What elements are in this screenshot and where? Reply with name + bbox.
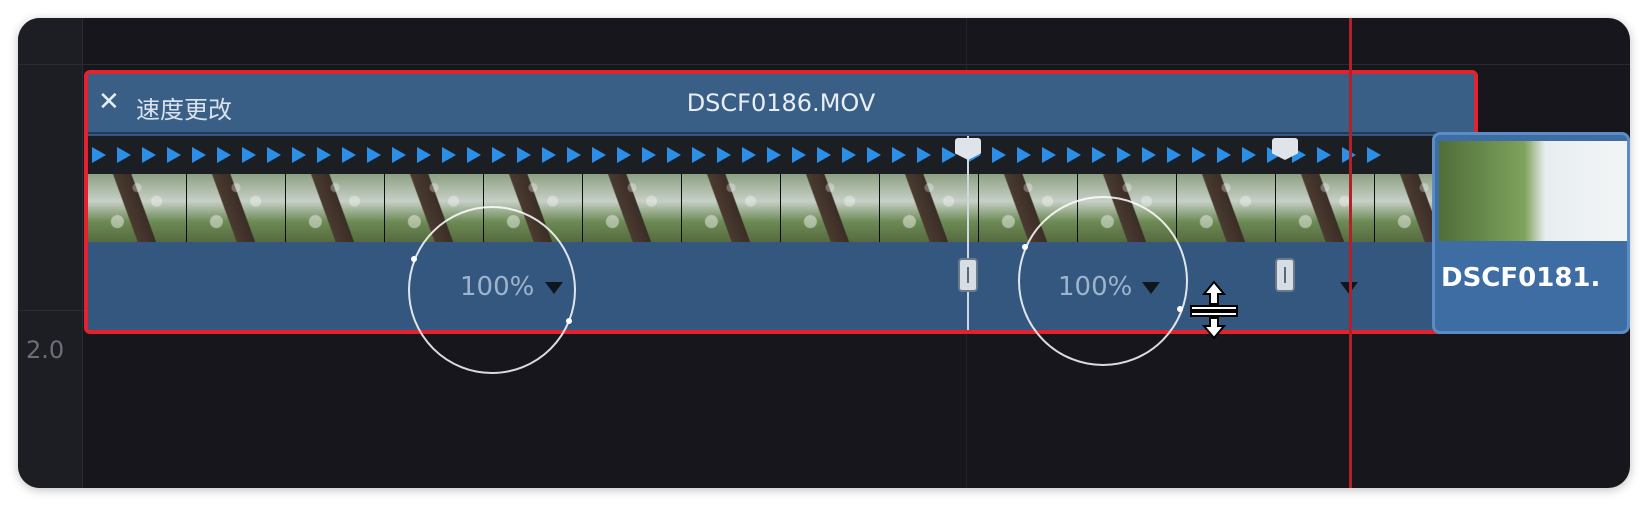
thumbnail-frame — [1276, 174, 1375, 242]
speed-arrow-icon — [842, 147, 856, 163]
speed-arrow-icon — [642, 147, 656, 163]
speed-arrow-icon — [592, 147, 606, 163]
resize-cursor-icon — [1190, 280, 1238, 340]
thumbnail-frame — [781, 174, 880, 242]
speed-arrow-icon — [392, 147, 406, 163]
speed-arrow-icon — [1017, 147, 1031, 163]
thumbnail-frame — [1078, 174, 1177, 242]
thumbnail-frame — [682, 174, 781, 242]
speed-arrow-icon — [317, 147, 331, 163]
speed-arrow-icon — [517, 147, 531, 163]
speed-arrow-icon — [142, 147, 156, 163]
circle-dot — [411, 256, 417, 262]
speed-arrow-icon — [417, 147, 431, 163]
speed-arrow-icon — [792, 147, 806, 163]
speed-arrow-icon — [1067, 147, 1081, 163]
speed-arrow-icon — [817, 147, 831, 163]
speed-arrow-icon — [267, 147, 281, 163]
speed-arrow-icon — [717, 147, 731, 163]
speed-arrow-icon — [242, 147, 256, 163]
speed-arrow-icon — [942, 147, 956, 163]
thumbnail-frame — [979, 174, 1078, 242]
segment-speed-2[interactable]: 100% — [1058, 272, 1132, 302]
speed-point-handle[interactable] — [958, 258, 978, 292]
next-clip-name: DSCF0181. — [1441, 263, 1601, 293]
speed-arrows-row — [88, 136, 1474, 174]
timeline-panel: 2.0 ✕ 速度更改 DSCF0186.MOV 100% 100% DSCF01… — [18, 18, 1630, 488]
circle-dot — [566, 318, 572, 324]
speed-arrow-icon — [992, 147, 1006, 163]
speed-arrow-icon — [217, 147, 231, 163]
speed-arrow-icon — [292, 147, 306, 163]
speed-arrow-icon — [567, 147, 581, 163]
segment-speed-1[interactable]: 100% — [460, 272, 534, 302]
selected-clip[interactable]: ✕ 速度更改 DSCF0186.MOV 100% 100% — [84, 70, 1478, 334]
speed-arrow-icon — [1242, 147, 1256, 163]
speed-point-handle[interactable] — [1275, 258, 1295, 292]
thumbnail-frame — [385, 174, 484, 242]
thumbnail-strip — [88, 174, 1474, 242]
track-header-column — [18, 18, 83, 488]
speed-arrow-icon — [367, 147, 381, 163]
speed-arrow-icon — [917, 147, 931, 163]
speed-arrow-icon — [1117, 147, 1131, 163]
speed-arrow-icon — [867, 147, 881, 163]
circle-dot — [1177, 306, 1183, 312]
dropdown-arrow-icon[interactable] — [545, 282, 563, 294]
clip-name: DSCF0186.MOV — [686, 89, 876, 117]
thumbnail-frame — [187, 174, 286, 242]
speed-arrow-icon — [692, 147, 706, 163]
dropdown-arrow-icon[interactable] — [1142, 282, 1160, 294]
speed-arrow-icon — [892, 147, 906, 163]
speed-arrow-icon — [1317, 147, 1331, 163]
speed-arrow-icon — [442, 147, 456, 163]
clip-header: ✕ 速度更改 DSCF0186.MOV — [88, 74, 1474, 134]
speed-arrow-icon — [467, 147, 481, 163]
speed-arrow-icon — [492, 147, 506, 163]
track-divider — [18, 64, 1630, 65]
speed-point-line — [967, 136, 969, 330]
speed-arrow-icon — [542, 147, 556, 163]
speed-arrow-icon — [767, 147, 781, 163]
circle-dot — [1022, 244, 1028, 250]
speed-arrow-icon — [667, 147, 681, 163]
speed-arrow-icon — [1142, 147, 1156, 163]
speed-arrow-icon — [1092, 147, 1106, 163]
speed-arrow-icon — [742, 147, 756, 163]
thumbnail-frame — [484, 174, 583, 242]
speed-bar: 100% 100% — [88, 244, 1474, 330]
speed-arrow-icon — [617, 147, 631, 163]
track-label: 2.0 — [26, 336, 65, 364]
speed-arrow-icon — [167, 147, 181, 163]
speed-arrow-icon — [1192, 147, 1206, 163]
filmstrip — [88, 136, 1474, 242]
next-clip[interactable]: DSCF0181. — [1432, 132, 1630, 334]
clip-thumbnail — [1439, 141, 1627, 241]
thumbnail-frame — [88, 174, 187, 242]
playhead[interactable] — [1349, 18, 1352, 488]
thumbnail-frame — [583, 174, 682, 242]
speed-arrow-icon — [1367, 147, 1381, 163]
speed-arrow-icon — [1167, 147, 1181, 163]
thumbnail-frame — [1177, 174, 1276, 242]
speed-arrow-icon — [1217, 147, 1231, 163]
speed-arrow-icon — [117, 147, 131, 163]
speed-arrow-icon — [192, 147, 206, 163]
speed-arrow-icon — [1042, 147, 1056, 163]
speed-arrow-icon — [342, 147, 356, 163]
speed-arrow-icon — [92, 147, 106, 163]
thumbnail-frame — [880, 174, 979, 242]
thumbnail-frame — [286, 174, 385, 242]
